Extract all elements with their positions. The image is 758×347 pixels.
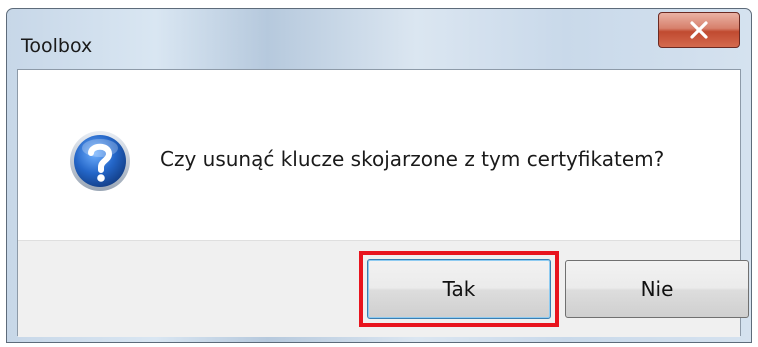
button-bar: Tak Nie (18, 240, 749, 337)
question-icon (70, 131, 130, 191)
no-button[interactable]: Nie (565, 260, 749, 318)
dialog-message: Czy usunąć klucze skojarzone z tym certy… (160, 147, 665, 171)
dialog-window: Toolbox Czy usunąć klucze skojarzone z t… (6, 8, 752, 343)
window-title: Toolbox (21, 35, 93, 57)
title-bar[interactable]: Toolbox (7, 9, 751, 69)
close-button[interactable] (658, 12, 740, 48)
dialog-client-area: Czy usunąć klucze skojarzone z tym certy… (17, 69, 749, 337)
message-area: Czy usunąć klucze skojarzone z tym certy… (18, 70, 740, 240)
yes-button[interactable]: Tak (367, 259, 551, 319)
close-icon (690, 21, 708, 39)
